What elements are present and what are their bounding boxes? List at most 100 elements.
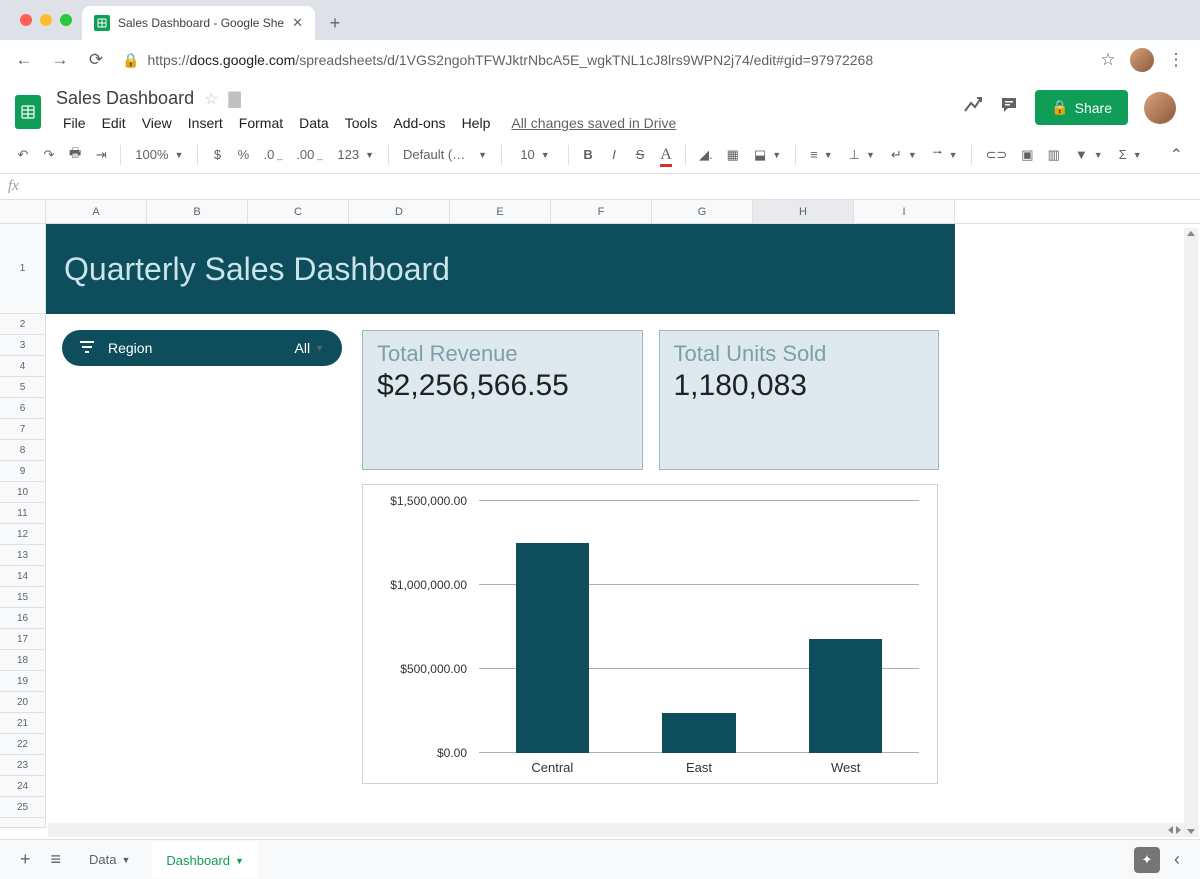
- row-hdr[interactable]: 7: [0, 419, 46, 440]
- reload-button[interactable]: ⟳: [82, 46, 110, 74]
- row-hdr[interactable]: 16: [0, 608, 46, 629]
- back-button[interactable]: ←: [10, 46, 38, 74]
- undo-button[interactable]: ↶: [12, 143, 34, 167]
- menu-edit[interactable]: Edit: [95, 111, 133, 135]
- horiz-align-button[interactable]: ≡▼: [804, 143, 839, 166]
- text-rotate-button[interactable]: ⭬▼: [927, 140, 964, 170]
- row-hdr[interactable]: 11: [0, 503, 46, 524]
- format-percent-button[interactable]: %: [232, 143, 254, 166]
- row-hdr[interactable]: 2: [0, 314, 46, 335]
- functions-button[interactable]: Σ▼: [1113, 143, 1148, 166]
- window-minimize-button[interactable]: [40, 14, 52, 26]
- row-hdr[interactable]: 6: [0, 398, 46, 419]
- row-hdr[interactable]: 21: [0, 713, 46, 734]
- row-hdr[interactable]: 1: [0, 224, 46, 314]
- browser-tab[interactable]: Sales Dashboard - Google She ✕: [82, 6, 315, 40]
- italic-button[interactable]: I: [603, 143, 625, 166]
- star-icon[interactable]: ☆: [204, 89, 218, 109]
- row-hdr[interactable]: 17: [0, 629, 46, 650]
- save-status[interactable]: All changes saved in Drive: [511, 115, 676, 131]
- browser-menu-button[interactable]: ⋮: [1162, 46, 1190, 74]
- merge-cells-button[interactable]: ⬓▼: [748, 143, 787, 167]
- format-currency-button[interactable]: $: [206, 143, 228, 166]
- forward-button[interactable]: →: [46, 46, 74, 74]
- insert-link-button[interactable]: ⊂⊃: [980, 143, 1012, 167]
- row-hdr[interactable]: 24: [0, 776, 46, 797]
- address-bar[interactable]: 🔒 https://docs.google.com/spreadsheets/d…: [118, 52, 1086, 69]
- row-hdr[interactable]: 3: [0, 335, 46, 356]
- borders-button[interactable]: ▦: [722, 143, 744, 167]
- add-sheet-button[interactable]: +: [14, 845, 37, 874]
- col-hdr-d[interactable]: D: [349, 200, 450, 223]
- col-hdr-a[interactable]: A: [46, 200, 147, 223]
- font-dropdown[interactable]: Default (Ve...▼: [397, 143, 493, 166]
- text-color-button[interactable]: A: [655, 142, 677, 168]
- window-close-button[interactable]: [20, 14, 32, 26]
- account-avatar[interactable]: [1144, 92, 1176, 124]
- window-maximize-button[interactable]: [60, 14, 72, 26]
- paint-format-button[interactable]: ⇥: [90, 143, 112, 167]
- sheets-app-icon[interactable]: [8, 88, 48, 136]
- col-hdr-i[interactable]: I: [854, 200, 955, 223]
- row-hdr[interactable]: 9: [0, 461, 46, 482]
- menu-data[interactable]: Data: [292, 111, 336, 135]
- filter-button[interactable]: ▼▼: [1069, 143, 1109, 166]
- row-hdr[interactable]: 10: [0, 482, 46, 503]
- insert-chart-button[interactable]: ▥: [1043, 143, 1065, 167]
- row-hdr[interactable]: 4: [0, 356, 46, 377]
- row-hdr[interactable]: 25: [0, 797, 46, 818]
- revenue-bar-chart[interactable]: $1,500,000.00$1,000,000.00$500,000.00$0.…: [362, 484, 938, 784]
- bold-button[interactable]: B: [577, 143, 599, 166]
- menu-view[interactable]: View: [135, 111, 179, 135]
- vert-align-button[interactable]: ⊥▼: [843, 143, 881, 167]
- col-hdr-g[interactable]: G: [652, 200, 753, 223]
- font-size-dropdown[interactable]: 10▼: [510, 143, 560, 166]
- row-hdr[interactable]: 23: [0, 755, 46, 776]
- strike-button[interactable]: S: [629, 143, 651, 166]
- formula-input[interactable]: [29, 179, 1192, 194]
- row-hdr[interactable]: 5: [0, 377, 46, 398]
- region-filter-dropdown[interactable]: Region All▼: [62, 330, 342, 366]
- menu-help[interactable]: Help: [455, 111, 498, 135]
- comments-icon[interactable]: [999, 95, 1019, 121]
- row-hdr[interactable]: 18: [0, 650, 46, 671]
- print-button[interactable]: 🖶: [64, 140, 86, 170]
- sheet-tab-data[interactable]: Data▼: [75, 842, 144, 877]
- menu-insert[interactable]: Insert: [181, 111, 230, 135]
- menu-addons[interactable]: Add-ons: [386, 111, 452, 135]
- collapse-toolbar-button[interactable]: ⌃: [1165, 141, 1188, 169]
- side-panel-toggle[interactable]: ‹: [1168, 845, 1186, 874]
- format-more-dropdown[interactable]: 123▼: [331, 143, 380, 166]
- horizontal-scrollbar[interactable]: [48, 823, 1184, 837]
- activity-icon[interactable]: [963, 95, 983, 121]
- row-hdr[interactable]: 8: [0, 440, 46, 461]
- row-hdr[interactable]: 12: [0, 524, 46, 545]
- menu-tools[interactable]: Tools: [338, 111, 385, 135]
- row-hdr[interactable]: 19: [0, 671, 46, 692]
- sheet-tab-dashboard[interactable]: Dashboard▼: [152, 841, 258, 878]
- col-hdr-h[interactable]: H: [753, 200, 854, 223]
- row-hdr[interactable]: 14: [0, 566, 46, 587]
- col-hdr-b[interactable]: B: [147, 200, 248, 223]
- zoom-dropdown[interactable]: 100%▼: [129, 143, 189, 166]
- select-all-corner[interactable]: [0, 200, 46, 223]
- insert-comment-button[interactable]: ▣: [1016, 143, 1038, 167]
- profile-avatar[interactable]: [1130, 48, 1154, 72]
- col-hdr-f[interactable]: F: [551, 200, 652, 223]
- new-tab-button[interactable]: +: [321, 9, 349, 37]
- move-folder-icon[interactable]: ▇: [228, 89, 240, 109]
- row-hdr[interactable]: 13: [0, 545, 46, 566]
- increase-decimal-button[interactable]: .00_: [291, 143, 327, 166]
- row-hdr[interactable]: 15: [0, 587, 46, 608]
- document-title[interactable]: Sales Dashboard: [56, 88, 194, 109]
- row-hdr[interactable]: 22: [0, 734, 46, 755]
- share-button[interactable]: 🔒 Share: [1035, 90, 1128, 125]
- tab-close-button[interactable]: ✕: [292, 15, 303, 31]
- menu-format[interactable]: Format: [232, 111, 290, 135]
- explore-button[interactable]: ✦: [1134, 847, 1160, 873]
- row-hdr[interactable]: 20: [0, 692, 46, 713]
- bookmark-star-icon[interactable]: ☆: [1094, 46, 1122, 74]
- col-hdr-e[interactable]: E: [450, 200, 551, 223]
- fill-color-button[interactable]: ◢.: [694, 143, 718, 167]
- vertical-scrollbar[interactable]: [1184, 228, 1198, 837]
